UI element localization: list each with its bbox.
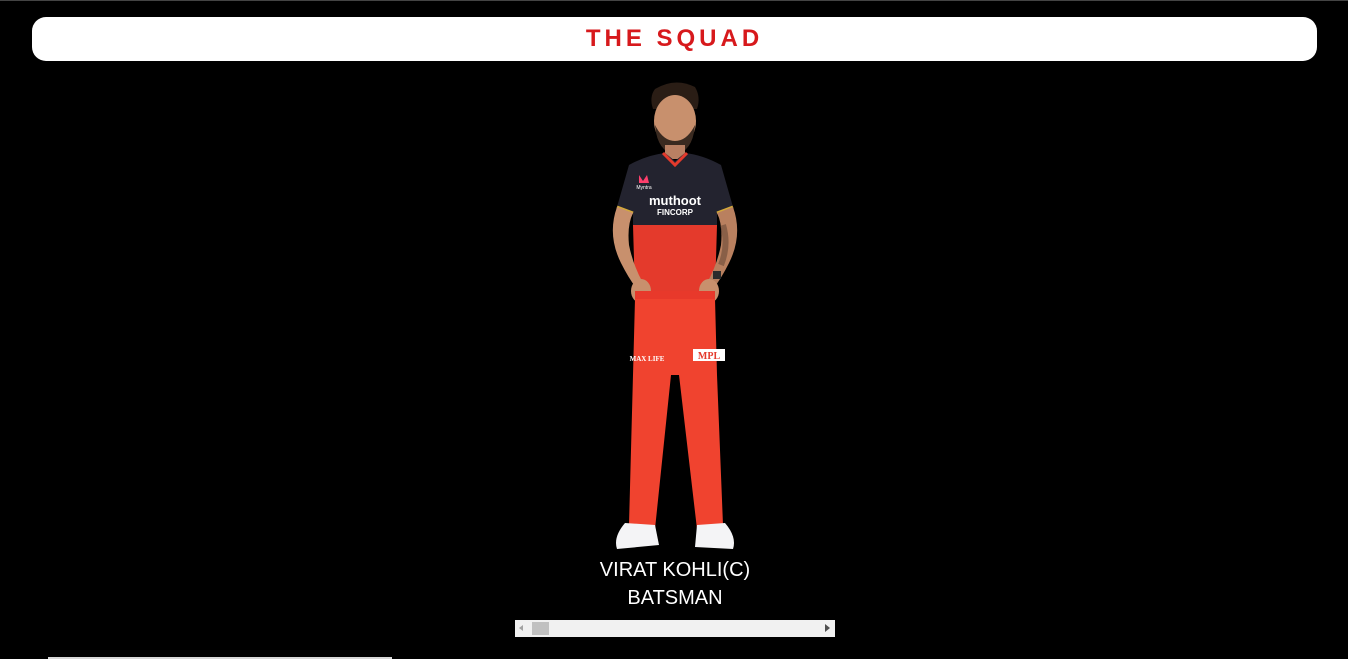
jersey-kit-brand: Myntra: [636, 185, 652, 191]
jersey-sponsor-sub: FINCORP: [657, 208, 694, 217]
arrow-right-icon[interactable]: [825, 624, 830, 632]
pants-sponsor-right: MPL: [698, 351, 721, 362]
header-bar: THE SQUAD: [32, 17, 1317, 61]
player-name: VIRAT KOHLI(C): [599, 559, 751, 581]
top-border: [0, 0, 1348, 1]
pants-sponsor-left: MAX LIFE: [630, 355, 665, 363]
page-title: THE SQUAD: [585, 25, 764, 52]
horizontal-scrollbar[interactable]: [515, 620, 835, 637]
arrow-left-icon[interactable]: [519, 625, 523, 631]
player-portrait-icon: muthoot FINCORP Myntra MAX LIFE MPL: [612, 82, 738, 549]
squad-page: THE SQUAD muthoot FINCORP Myntra MAX LIF…: [0, 0, 1348, 659]
jersey-sponsor-main: muthoot: [649, 193, 702, 208]
player-card[interactable]: muthoot FINCORP Myntra MAX LIFE MPL VIRA…: [515, 75, 835, 620]
scrollbar-thumb[interactable]: [532, 622, 549, 635]
player-role: BATSMAN: [627, 587, 723, 609]
